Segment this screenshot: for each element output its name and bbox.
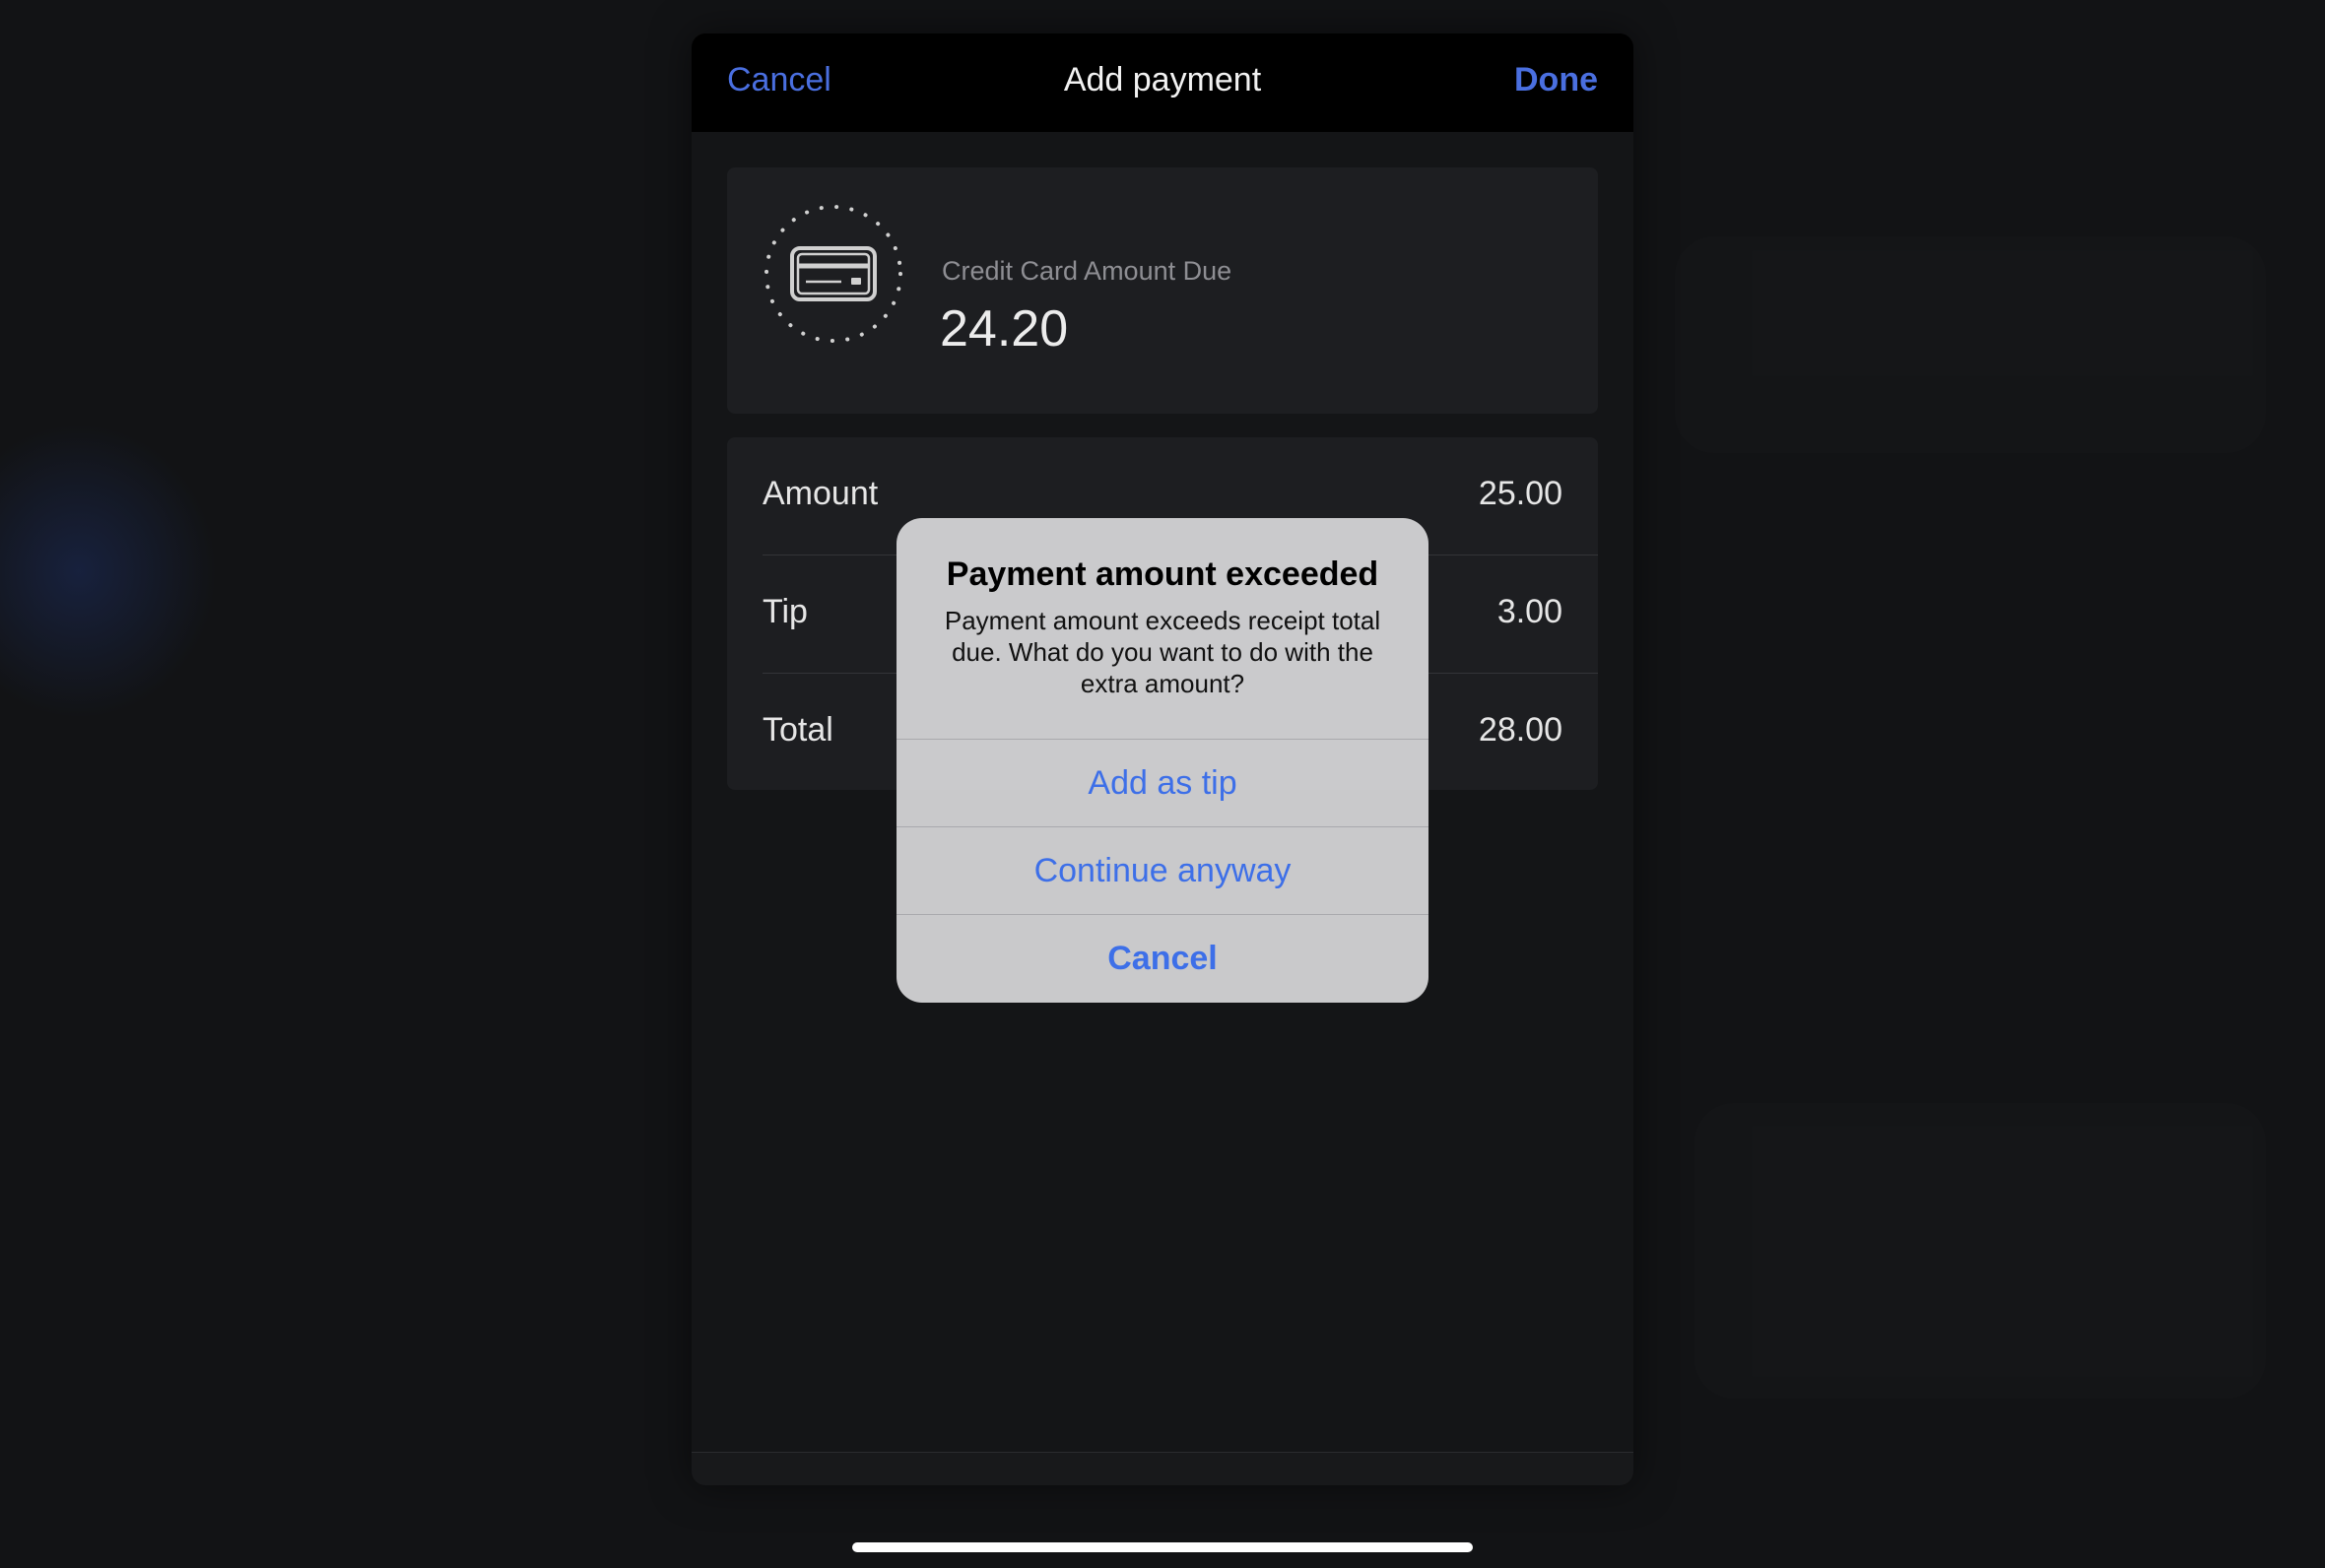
tip-value: 3.00 — [1496, 593, 1562, 630]
amount-value: 25.00 — [1478, 475, 1562, 512]
continue-anyway-button[interactable]: Continue anyway — [897, 826, 1428, 914]
page-title: Add payment — [1063, 61, 1262, 98]
total-value: 28.00 — [1478, 711, 1562, 749]
add-as-tip-button[interactable]: Add as tip — [897, 739, 1428, 826]
alert-title: Payment amount exceeded — [946, 555, 1379, 593]
sheet-footer — [692, 1453, 1633, 1485]
amount-due-label: Credit Card Amount Due — [942, 256, 1232, 286]
payment-exceeded-alert: Payment amount exceeded Payment amount e… — [897, 518, 1428, 1003]
alert-cancel-button[interactable]: Cancel — [897, 914, 1428, 1002]
home-indicator[interactable] — [852, 1542, 1473, 1552]
background-shape — [1694, 1103, 2266, 1399]
total-label: Total — [763, 711, 833, 749]
amount-due-card: Credit Card Amount Due 24.20 — [727, 167, 1598, 414]
amount-label: Amount — [763, 475, 879, 512]
tip-label: Tip — [763, 593, 808, 630]
alert-message: Payment amount exceeds receipt total due… — [944, 606, 1381, 698]
background-glow — [0, 424, 217, 719]
done-button[interactable]: Done — [1514, 61, 1598, 99]
background-shape — [1675, 236, 2266, 453]
credit-card-icon — [763, 203, 904, 345]
navigation-bar: Cancel Add payment Done — [692, 33, 1633, 132]
amount-due-value: 24.20 — [940, 300, 1069, 358]
